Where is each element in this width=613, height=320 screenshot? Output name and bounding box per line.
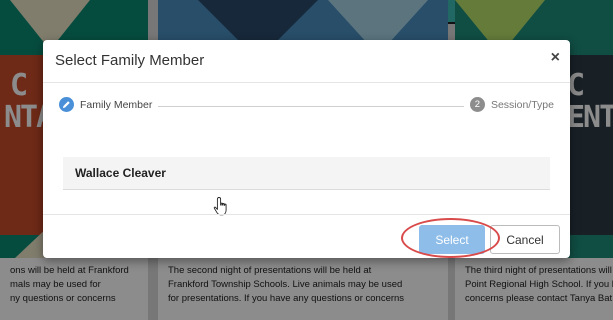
wizard-divider bbox=[147, 106, 466, 107]
pencil-icon bbox=[59, 97, 74, 112]
modal-footer: Select Cancel bbox=[43, 214, 570, 258]
modal-title: Select Family Member bbox=[55, 52, 205, 69]
step-number: 2 bbox=[469, 97, 485, 112]
step-family-member: Family Member bbox=[59, 97, 159, 112]
step-label: Family Member bbox=[80, 98, 153, 111]
step-label: Session/Type bbox=[490, 98, 554, 111]
step-session-type: 2 Session/Type bbox=[463, 97, 554, 112]
select-family-member-dialog: Select Family Member × Family Member 2 S… bbox=[43, 40, 570, 258]
wizard-steps: Family Member 2 Session/Type bbox=[57, 97, 556, 115]
cancel-button[interactable]: Cancel bbox=[490, 225, 560, 254]
family-member-name: Wallace Cleaver bbox=[75, 166, 166, 180]
family-member-option[interactable]: Wallace Cleaver bbox=[63, 157, 550, 190]
select-button-highlight bbox=[401, 218, 500, 258]
modal-header: Select Family Member × bbox=[43, 40, 570, 83]
close-button[interactable]: × bbox=[551, 50, 560, 66]
